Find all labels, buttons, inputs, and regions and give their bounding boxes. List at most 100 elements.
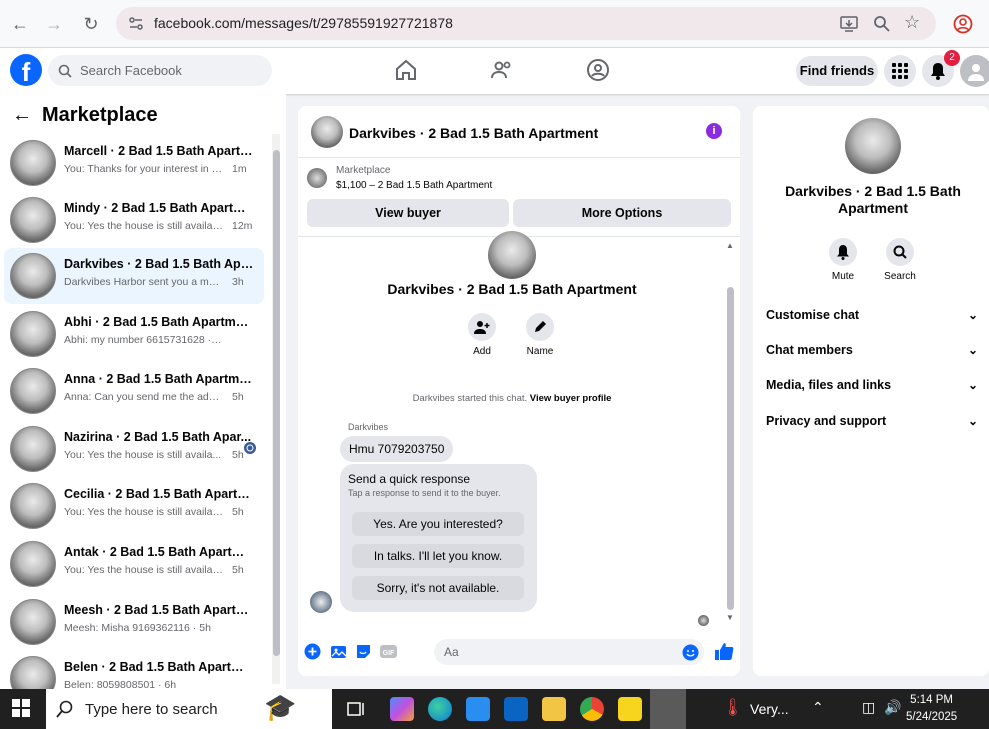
conversation-item[interactable]: Marcell · 2 Bad 1.5 Bath Apartm... You: T… [4, 135, 264, 191]
conversation-item[interactable]: Darkvibes · 2 Bad 1.5 Bath Apart... Darkv… [4, 248, 264, 304]
facebook-logo[interactable]: f [10, 54, 42, 87]
chat-title[interactable]: Darkvibes · 2 Bad 1.5 Bath Apartment [349, 125, 598, 141]
edge-icon[interactable] [428, 697, 452, 721]
add-control[interactable]: Add [452, 313, 512, 357]
copilot-icon[interactable] [390, 697, 414, 721]
conversation-name: Antak · 2 Bad 1.5 Bath Apartment [64, 545, 254, 559]
active-app-icon[interactable] [650, 689, 686, 729]
section-label: Customise chat [766, 308, 860, 322]
conversation-item[interactable]: Abhi · 2 Bad 1.5 Bath Apartment Abhi: my … [4, 306, 264, 362]
chrome-icon[interactable] [580, 697, 604, 721]
address-bar[interactable]: facebook.com/messages/t/2978559192772187… [116, 7, 936, 40]
outlook-icon[interactable] [504, 697, 528, 721]
friends-icon[interactable] [490, 58, 514, 82]
zoom-icon[interactable] [873, 15, 891, 33]
like-thumb-icon[interactable] [714, 642, 734, 662]
scroll-down-icon[interactable]: ▼ [726, 613, 734, 622]
message-bubble[interactable]: Hmu 7079203750 [340, 436, 454, 462]
taskbar-search-box[interactable]: Type here to search 🎓 [46, 689, 332, 729]
windows-taskbar: Type here to search 🎓 🌡 Very... ⌃ ◫ 🔊 5:… [0, 689, 989, 729]
weather-text[interactable]: Very... [750, 701, 789, 717]
quick-response-option[interactable]: Yes. Are you interested? [352, 512, 524, 536]
back-arrow-icon[interactable]: ← [12, 104, 32, 126]
tray-chevron-icon[interactable]: ⌃ [812, 699, 824, 716]
message-input[interactable]: Aa [434, 639, 704, 665]
chat-avatar[interactable] [311, 116, 343, 148]
quick-response-option[interactable]: Sorry, it's not available. [352, 576, 524, 600]
view-buyer-button[interactable]: View buyer [307, 199, 509, 227]
conversation-preview: Anna: Can you send me the addres... [64, 391, 224, 403]
conversation-avatar [10, 656, 56, 690]
windows-start-icon[interactable] [12, 699, 30, 717]
account-avatar[interactable] [960, 55, 989, 87]
gif-icon[interactable]: GIF [380, 643, 397, 660]
search-conversation-control[interactable]: Search [875, 238, 925, 282]
conversation-preview: You: Yes the house is still availa... [64, 449, 222, 461]
facebook-header: f Search Facebook Find friends 2 [0, 48, 989, 94]
network-icon[interactable]: ◫ [862, 699, 875, 716]
mute-control[interactable]: Mute [818, 238, 868, 282]
conversation-preview: You: Thanks for your interest in th... [64, 163, 224, 175]
conversation-avatar [10, 426, 56, 472]
plus-circle-icon[interactable] [304, 643, 321, 660]
chevron-down-icon: ⌄ [967, 308, 978, 322]
system-clock[interactable]: 5:14 PM 5/24/2025 [906, 692, 957, 726]
profile-icon[interactable] [953, 14, 973, 34]
quick-response-subtitle: Tap a response to send it to the buyer. [348, 488, 501, 498]
conversation-avatar [10, 368, 56, 414]
conversation-name: Belen · 2 Bad 1.5 Bath Apartment [64, 660, 254, 674]
conversation-item[interactable]: Nazirina · 2 Bad 1.5 Bath Apar... You: Ye… [4, 421, 264, 477]
store-icon[interactable] [466, 697, 490, 721]
back-icon[interactable]: ← [8, 12, 32, 36]
customise-chat-section[interactable]: Customise chat ⌄ [766, 308, 984, 330]
install-icon[interactable] [840, 15, 858, 33]
sidebar-scrollbar[interactable] [273, 150, 280, 656]
name-control[interactable]: Name [510, 313, 570, 357]
listing-thumbnail [307, 168, 327, 188]
bookmark-star-icon[interactable]: ☆ [904, 12, 920, 33]
groups-icon[interactable] [586, 58, 610, 82]
scroll-up-icon[interactable]: ▲ [726, 241, 734, 250]
chat-window: Darkvibes · 2 Bad 1.5 Bath Apartment i M… [298, 106, 740, 676]
search-input[interactable]: Search Facebook [48, 55, 272, 86]
conversation-avatar [10, 140, 56, 186]
volume-icon[interactable]: 🔊 [884, 699, 901, 716]
chat-members-section[interactable]: Chat members ⌄ [766, 343, 984, 365]
site-info-icon[interactable] [128, 16, 144, 32]
message-thread: Darkvibes · 2 Bad 1.5 Bath Apartment Add… [298, 231, 740, 631]
menu-grid-icon[interactable] [884, 55, 916, 87]
quick-response-option[interactable]: In talks. I'll let you know. [352, 544, 524, 568]
more-options-button[interactable]: More Options [513, 199, 731, 227]
info-icon[interactable]: i [706, 123, 722, 139]
mute-label: Mute [831, 271, 855, 282]
section-label: Privacy and support [766, 414, 887, 428]
task-view-icon[interactable] [344, 697, 368, 721]
privacy-support-section[interactable]: Privacy and support ⌄ [766, 414, 984, 436]
media-files-links-section[interactable]: Media, files and links ⌄ [766, 378, 984, 400]
home-icon[interactable] [394, 58, 418, 82]
sticky-notes-icon[interactable] [618, 697, 642, 721]
thread-title: Darkvibes · 2 Bad 1.5 Bath Apartment [387, 281, 637, 297]
conversation-preview: Darkvibes Harbor sent you a mess... [64, 276, 224, 288]
marketplace-listing[interactable]: Marketplace $1,100 – 2 Bad 1.5 Bath Apar… [298, 159, 740, 199]
marketplace-label: Marketplace [336, 165, 391, 176]
photo-icon[interactable] [330, 643, 347, 660]
view-buyer-profile-link[interactable]: View buyer profile [530, 393, 612, 404]
sticker-icon[interactable] [355, 643, 372, 660]
reload-icon[interactable]: ↻ [79, 12, 103, 36]
conversation-avatar [10, 599, 56, 645]
url-text[interactable]: facebook.com/messages/t/2978559192772187… [154, 15, 453, 31]
conversation-item[interactable]: Meesh · 2 Bad 1.5 Bath Apartme... Meesh: … [4, 594, 264, 650]
emoji-icon[interactable] [682, 644, 699, 661]
clock-time: 5:14 PM [910, 694, 953, 706]
forward-icon[interactable]: → [42, 12, 66, 36]
conversation-item[interactable]: Mindy · 2 Bad 1.5 Bath Apartment You: Yes… [4, 192, 264, 248]
conversation-item[interactable]: Belen · 2 Bad 1.5 Bath Apartment Belen: 8… [4, 651, 264, 690]
conversation-item[interactable]: Cecilia · 2 Bad 1.5 Bath Apartment You: Y… [4, 478, 264, 534]
conversation-item[interactable]: Anna · 2 Bad 1.5 Bath Apartment Anna: Can… [4, 363, 264, 419]
thread-scrollbar[interactable] [727, 287, 734, 610]
file-explorer-icon[interactable] [542, 697, 566, 721]
conversation-item[interactable]: Antak · 2 Bad 1.5 Bath Apartment You: Yes… [4, 536, 264, 592]
find-friends-button[interactable]: Find friends [796, 56, 878, 86]
message-composer: GIF Aa [298, 636, 740, 676]
